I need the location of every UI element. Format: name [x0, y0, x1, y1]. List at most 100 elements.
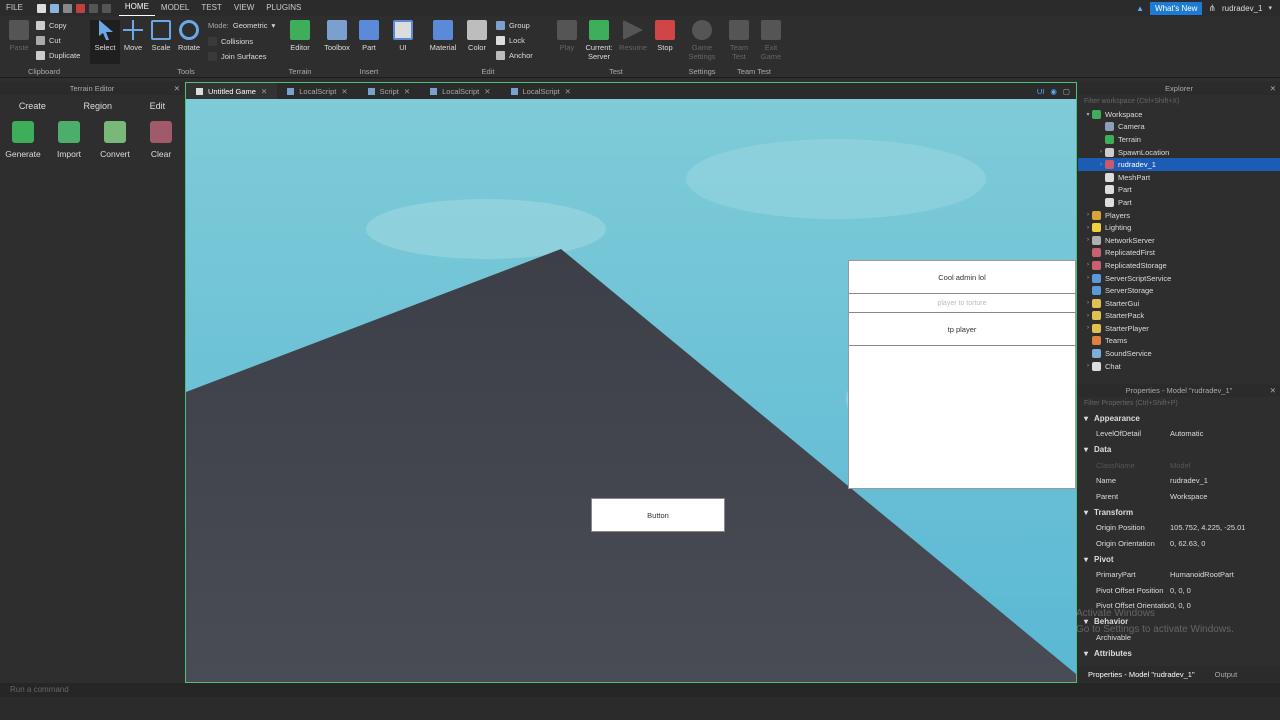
close-icon[interactable]: ✕ [341, 87, 347, 96]
clear-button[interactable]: Clear [141, 121, 181, 159]
explorer-item[interactable]: › StarterPack [1078, 310, 1280, 323]
property-value[interactable]: 105.752, 4.225, -25.01 [1170, 523, 1280, 532]
property-value[interactable]: 0, 0, 0 [1170, 586, 1280, 595]
terrain-editor-button[interactable]: Editor [285, 20, 315, 52]
property-value[interactable]: Workspace [1170, 492, 1280, 501]
expand-arrow-icon[interactable]: › [1097, 162, 1105, 168]
tab-create[interactable]: Create [19, 101, 46, 111]
expand-arrow-icon[interactable]: › [1084, 212, 1092, 218]
explorer-filter-input[interactable]: Filter workspace (Ctrl+Shift+X) [1078, 95, 1280, 108]
explorer-item[interactable]: Part [1078, 184, 1280, 197]
explorer-item[interactable]: MeshPart [1078, 171, 1280, 184]
mode-select[interactable]: Mode: Geometric ▾ [208, 21, 275, 30]
group-button[interactable]: Group [496, 21, 530, 30]
explorer-item[interactable]: › Lighting [1078, 221, 1280, 234]
rotate-tool[interactable]: Rotate [174, 20, 204, 52]
tab-region[interactable]: Region [83, 101, 112, 111]
explorer-item[interactable]: ▾ Workspace [1078, 108, 1280, 121]
expand-arrow-icon[interactable]: › [1084, 237, 1092, 243]
material-button[interactable]: Material [428, 20, 458, 52]
exit-game-button[interactable]: Exit Game [756, 20, 786, 61]
import-button[interactable]: Import [49, 121, 89, 159]
expand-arrow-icon[interactable]: › [1097, 149, 1105, 155]
property-section-header[interactable]: ▾ Attributes [1078, 645, 1280, 661]
chevron-down-icon[interactable]: ▾ [1084, 414, 1088, 423]
explorer-item[interactable]: ServerStorage [1078, 284, 1280, 297]
play-button[interactable]: Play [552, 20, 582, 52]
undo-icon[interactable] [88, 3, 98, 13]
redo-icon[interactable] [101, 3, 111, 13]
cut-button[interactable]: Cut [36, 36, 61, 45]
menu-home[interactable]: HOME [118, 0, 155, 17]
chevron-down-icon[interactable]: ▾ [1084, 649, 1088, 658]
close-icon[interactable]: ✕ [261, 87, 267, 96]
property-row[interactable]: PrimaryPart HumanoidRootPart [1078, 567, 1280, 583]
menu-model[interactable]: MODEL [155, 0, 195, 16]
property-value[interactable]: HumanoidRootPart [1170, 570, 1280, 579]
tp-player-button[interactable]: tp player [849, 313, 1075, 346]
property-row[interactable]: Origin Orientation 0, 62.63, 0 [1078, 536, 1280, 552]
expand-arrow-icon[interactable]: › [1084, 275, 1092, 281]
property-value[interactable]: Model [1170, 461, 1280, 470]
explorer-item[interactable]: › SpawnLocation [1078, 146, 1280, 159]
property-row[interactable]: Parent Workspace [1078, 489, 1280, 505]
ui-visibility-toggle[interactable]: UI [1037, 87, 1045, 96]
explorer-item[interactable]: › NetworkServer [1078, 234, 1280, 247]
current-server-button[interactable]: Current: Server [584, 20, 614, 61]
new-file-icon[interactable] [36, 3, 46, 13]
property-value[interactable]: rudradev_1 [1170, 476, 1280, 485]
resume-button[interactable]: Resume [618, 20, 648, 52]
close-icon[interactable]: ✕ [1270, 384, 1276, 397]
menu-test[interactable]: TEST [195, 0, 227, 16]
close-icon[interactable]: ✕ [484, 87, 490, 96]
property-row[interactable]: ClassName Model [1078, 458, 1280, 474]
tab-output[interactable]: Output [1205, 670, 1248, 679]
generate-button[interactable]: Generate [3, 121, 43, 159]
scale-tool[interactable]: Scale [146, 20, 176, 52]
property-row[interactable]: LevelOfDetail Automatic [1078, 426, 1280, 442]
collisions-toggle[interactable]: Collisions [208, 37, 253, 46]
expand-arrow-icon[interactable]: › [1084, 363, 1092, 369]
close-icon[interactable]: ✕ [565, 87, 571, 96]
explorer-item[interactable]: Terrain [1078, 133, 1280, 146]
property-value[interactable]: Automatic [1170, 429, 1280, 438]
menu-file[interactable]: FILE [0, 0, 29, 16]
part-button[interactable]: Part [354, 20, 384, 52]
close-icon[interactable]: ✕ [404, 87, 410, 96]
tab-untitled-game[interactable]: Untitled Game ✕ [186, 83, 278, 99]
explorer-item[interactable]: › StarterGui [1078, 297, 1280, 310]
eye-icon[interactable]: ◉ [1050, 87, 1057, 96]
color-button[interactable]: Color [462, 20, 492, 52]
property-section-header[interactable]: ▾ Appearance [1078, 410, 1280, 426]
share-icon[interactable]: ⋔ [1208, 3, 1216, 14]
expand-arrow-icon[interactable]: › [1084, 300, 1092, 306]
stop-icon[interactable] [75, 3, 85, 13]
property-section-header[interactable]: ▾ Data [1078, 442, 1280, 458]
ui-button[interactable]: UI [388, 20, 418, 52]
tab-localscript[interactable]: LocalScript ✕ [500, 83, 581, 99]
save-icon[interactable] [62, 3, 72, 13]
explorer-item[interactable]: Part [1078, 196, 1280, 209]
expand-arrow-icon[interactable]: ▾ [1084, 111, 1092, 118]
explorer-item[interactable]: SoundService [1078, 347, 1280, 360]
tab-properties[interactable]: Properties - Model "rudradev_1" [1078, 670, 1205, 679]
copy-button[interactable]: Copy [36, 21, 67, 30]
explorer-item[interactable]: › rudradev_1 [1078, 158, 1280, 171]
explorer-item[interactable]: › ReplicatedStorage [1078, 259, 1280, 272]
team-test-button[interactable]: Team Test [724, 20, 754, 61]
toolbox-button[interactable]: Toolbox [322, 20, 352, 52]
expand-arrow-icon[interactable]: › [1084, 325, 1092, 331]
lock-button[interactable]: Lock [496, 36, 525, 45]
expand-arrow-icon[interactable]: › [1084, 262, 1092, 268]
chevron-down-icon[interactable]: ▾ [1084, 555, 1088, 564]
move-tool[interactable]: Move [118, 20, 148, 52]
property-row[interactable]: Pivot Offset Position 0, 0, 0 [1078, 583, 1280, 599]
chevron-down-icon[interactable]: ▾ [1084, 508, 1088, 517]
game-button[interactable]: Button [591, 498, 725, 532]
explorer-item[interactable]: Camera [1078, 121, 1280, 134]
player-name-input[interactable]: player to torture [849, 294, 1075, 313]
property-row[interactable]: Name rudradev_1 [1078, 473, 1280, 489]
expand-arrow-icon[interactable]: › [1084, 313, 1092, 319]
close-icon[interactable]: ✕ [174, 82, 180, 95]
game-settings-button[interactable]: Game Settings [687, 20, 717, 61]
